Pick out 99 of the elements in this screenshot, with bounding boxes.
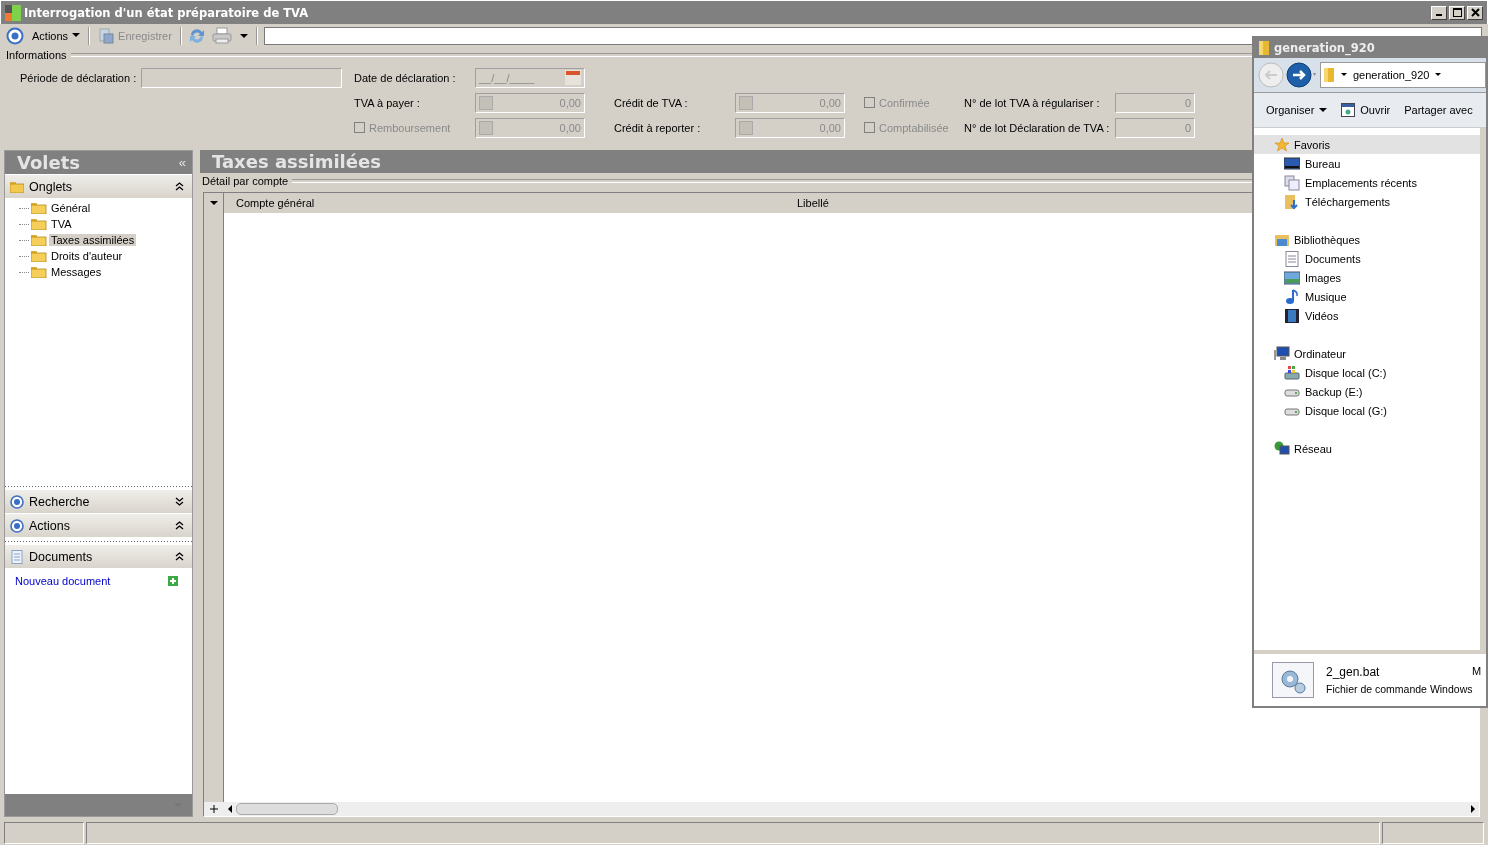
folder-icon [31, 218, 47, 230]
field-label: TVA à payer : [354, 96, 421, 109]
nav-item[interactable]: Documents [1254, 249, 1480, 268]
chevron-icon [175, 182, 184, 191]
number-field: 0 [1115, 117, 1195, 138]
nav-item[interactable]: Disque local (G:) [1254, 401, 1480, 420]
window-title: generation_920 [1274, 41, 1375, 55]
gears-icon [1272, 662, 1314, 698]
file-name: 2_gen.bat [1326, 665, 1381, 679]
drive-win-icon [1284, 364, 1300, 381]
field-label: Crédit à reporter : [614, 121, 702, 134]
target-icon [10, 494, 24, 509]
image-icon [1284, 269, 1300, 286]
panel-title: Volets [17, 152, 80, 173]
network-icon [1274, 440, 1290, 457]
add-icon[interactable] [168, 576, 178, 586]
folder-icon [31, 202, 47, 214]
folder-icon [31, 250, 47, 262]
nav-item[interactable]: Téléchargements [1254, 192, 1480, 211]
horizontal-scrollbar[interactable] [204, 802, 1479, 816]
section-header[interactable]: Onglets [5, 175, 192, 198]
group-legend: Détail par compte [202, 175, 289, 187]
chevron-icon [175, 497, 184, 506]
app-icon [5, 4, 21, 21]
amount-field: 0,00 [475, 117, 585, 138]
tab-item[interactable]: Droits d'auteur [49, 250, 125, 262]
minimize-button[interactable] [1431, 5, 1447, 20]
tab-item[interactable]: TVA [49, 218, 74, 230]
nav-group[interactable]: Ordinateur [1254, 344, 1480, 363]
share-button[interactable]: Partager avec [1404, 104, 1473, 116]
chevron-icon [175, 521, 184, 530]
section-header[interactable]: Recherche [5, 490, 192, 513]
field-label: N° de lot Déclaration de TVA : [964, 121, 1111, 134]
plus-icon[interactable] [210, 805, 218, 813]
amount-field: 0,00 [735, 117, 845, 138]
music-icon [1284, 288, 1300, 305]
amount-field: 0,00 [735, 92, 845, 113]
section-header[interactable]: Actions [5, 514, 192, 537]
folder-icon [10, 180, 24, 193]
folder-icon [31, 266, 47, 278]
nav-item[interactable]: Images [1254, 268, 1480, 287]
tab-item[interactable]: Messages [49, 266, 104, 278]
nav-item[interactable]: Backup (E:) [1254, 382, 1480, 401]
window-icon [1341, 103, 1356, 117]
star-icon [1274, 136, 1290, 153]
desktop-icon [1284, 155, 1300, 172]
folder-icon [1258, 40, 1270, 56]
recent-icon [1284, 174, 1300, 191]
column-header[interactable]: Libellé [785, 197, 829, 209]
nav-group[interactable]: Réseau [1254, 439, 1480, 458]
panel-title: Taxes assimilées [212, 151, 381, 172]
maximize-button[interactable] [1449, 5, 1465, 20]
download-icon [1284, 193, 1300, 210]
document-icon [10, 549, 24, 564]
column-header[interactable]: Compte général [224, 197, 785, 209]
open-button[interactable]: Ouvrir [1341, 103, 1391, 117]
document-save-icon [98, 27, 115, 44]
calendar-icon[interactable] [565, 70, 581, 85]
actions-menu-button[interactable]: Actions [30, 29, 83, 42]
caret-icon [1319, 107, 1328, 113]
folder-icon [31, 234, 47, 246]
caret-icon [209, 200, 218, 206]
target-icon[interactable] [6, 26, 24, 45]
scroll-right-icon[interactable] [1470, 805, 1476, 813]
nav-item[interactable]: Vidéos [1254, 306, 1480, 325]
period-field[interactable] [141, 67, 342, 88]
nav-item[interactable]: Musique [1254, 287, 1480, 306]
navigation-arrows-icon[interactable] [1258, 61, 1318, 89]
nav-group[interactable]: Favoris [1254, 135, 1480, 154]
nav-item[interactable]: Disque local (C:) [1254, 363, 1480, 382]
group-legend: Informations [6, 49, 67, 61]
close-icon [1470, 8, 1480, 17]
scroll-left-icon[interactable] [227, 805, 233, 813]
close-button[interactable] [1467, 5, 1483, 20]
window-title: Interrogation d'un état préparatoire de TVA [24, 5, 310, 20]
nav-item[interactable]: Bureau [1254, 154, 1480, 173]
field-label: N° de lot TVA à régulariser : [964, 96, 1101, 109]
field-label: Date de déclaration : [354, 71, 457, 84]
file-type: Fichier de commande Windows [1326, 683, 1474, 695]
video-icon [1284, 307, 1300, 324]
section-header[interactable]: Documents [5, 545, 192, 568]
field-label: Période de déclaration : [20, 71, 138, 84]
number-field: 0 [1115, 92, 1195, 113]
tab-item[interactable]: Général [49, 202, 93, 214]
amount-field: 0,00 [475, 92, 585, 113]
maximize-icon [1452, 8, 1462, 17]
nav-item[interactable]: Emplacements récents [1254, 173, 1480, 192]
field-label: Crédit de TVA : [614, 96, 689, 109]
tab-item[interactable]: Taxes assimilées [49, 234, 137, 246]
chevron-icon [175, 552, 184, 561]
caret-icon [72, 33, 81, 38]
nav-group[interactable]: Bibliothèques [1254, 230, 1480, 249]
computer-icon [1274, 345, 1290, 362]
new-document-link[interactable]: Nouveau document [15, 575, 111, 587]
organize-button[interactable]: Organiser [1266, 104, 1328, 116]
target-icon [10, 518, 24, 533]
address-bar[interactable]: generation_920 [1320, 62, 1486, 88]
doc-icon [1284, 250, 1300, 267]
detail-text: M [1472, 665, 1482, 679]
